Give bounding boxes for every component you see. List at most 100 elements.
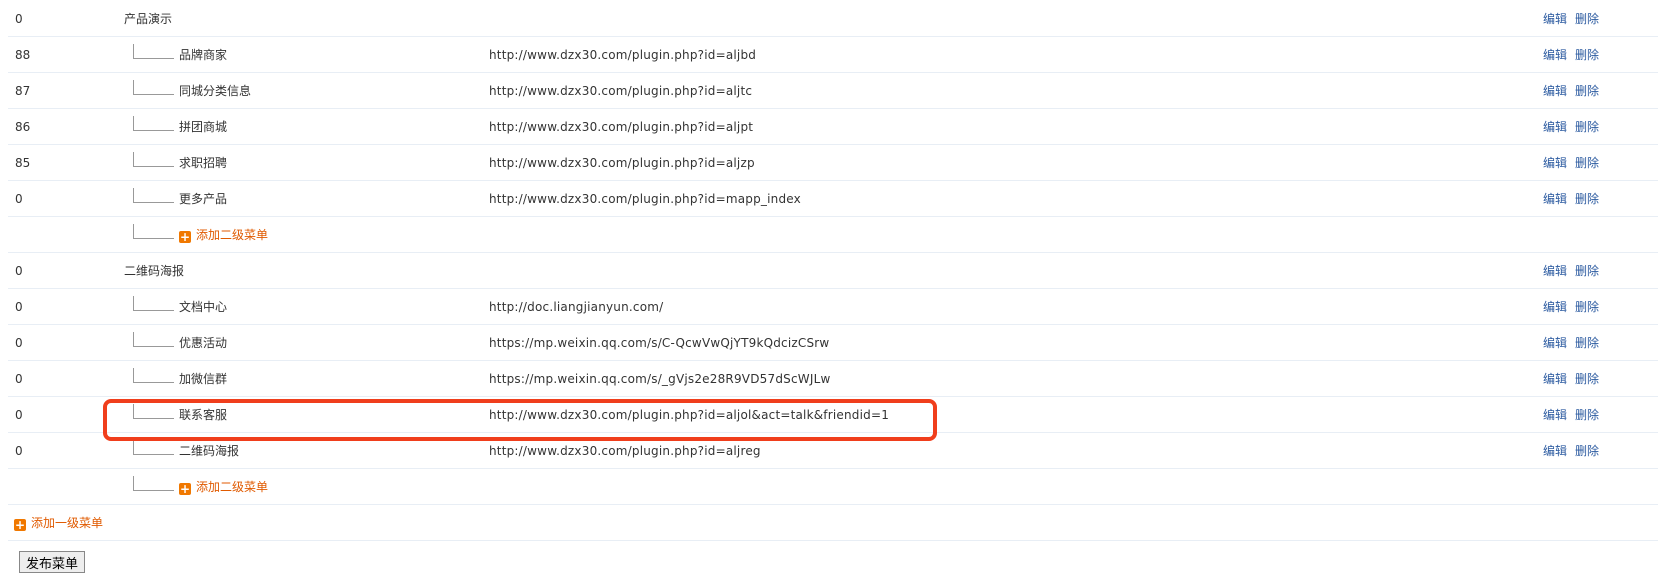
- row-actions: 编辑 删除: [1543, 253, 1607, 289]
- menu-name: 二维码海报: [179, 444, 240, 458]
- add-second-level-row: + 添加二级菜单: [0, 217, 1668, 253]
- tree-connector: [133, 188, 174, 203]
- publish-menu-button[interactable]: 发布菜单: [19, 551, 86, 573]
- row-actions: 编辑 删除: [1543, 181, 1607, 217]
- plus-icon: +: [179, 230, 191, 244]
- order-value: 0: [15, 192, 23, 206]
- menu-url: http://www.dzx30.com/plugin.php?id=aljbd: [489, 48, 757, 62]
- delete-link[interactable]: 删除: [1575, 120, 1599, 134]
- order-value: 0: [15, 372, 23, 386]
- menu-url: http://www.dzx30.com/plugin.php?id=aljtc: [489, 84, 753, 98]
- menu-name: 联系客服: [179, 408, 228, 422]
- plus-icon: +: [14, 518, 26, 532]
- row-actions: 编辑 删除: [1543, 361, 1607, 397]
- menu-name: 拼团商城: [179, 120, 228, 134]
- plus-icon: +: [179, 482, 191, 496]
- order-value: 0: [15, 300, 23, 314]
- menu-row-level2: 0 联系客服 http://www.dzx30.com/plugin.php?id=…: [0, 397, 1668, 433]
- order-value: 0: [15, 264, 23, 278]
- add-second-level-button[interactable]: + 添加二级菜单: [179, 217, 268, 253]
- delete-link[interactable]: 删除: [1575, 192, 1599, 206]
- order-value: 0: [15, 444, 23, 458]
- menu-name: 加微信群: [179, 372, 228, 386]
- row-actions: 编辑 删除: [1543, 1, 1607, 37]
- delete-link[interactable]: 删除: [1575, 156, 1599, 170]
- tree-connector: [133, 404, 174, 419]
- menu-row-level2: 0 文档中心 http://doc.liangjianyun.com/编辑 删除: [0, 289, 1668, 325]
- edit-link[interactable]: 编辑: [1543, 264, 1567, 278]
- menu-row-level1: 0 二维码海报 编辑 删除: [0, 253, 1668, 289]
- delete-link[interactable]: 删除: [1575, 372, 1599, 386]
- row-actions: 编辑 删除: [1543, 145, 1607, 181]
- row-actions: 编辑 删除: [1543, 325, 1607, 361]
- order-value: 88: [15, 48, 31, 62]
- menu-name: 文档中心: [179, 300, 228, 314]
- menu-name: 二维码海报: [124, 264, 185, 278]
- delete-link[interactable]: 删除: [1575, 84, 1599, 98]
- delete-link[interactable]: 删除: [1575, 300, 1599, 314]
- menu-url: http://www.dzx30.com/plugin.php?id=aljzp: [489, 156, 755, 170]
- menu-url: http://doc.liangjianyun.com/: [489, 300, 664, 314]
- order-value: 0: [15, 336, 23, 350]
- delete-link[interactable]: 删除: [1575, 408, 1599, 422]
- menu-name: 同城分类信息: [179, 84, 252, 98]
- menu-url: http://www.dzx30.com/plugin.php?id=aljol…: [489, 408, 890, 422]
- edit-link[interactable]: 编辑: [1543, 84, 1567, 98]
- menu-name: 优惠活动: [179, 336, 228, 350]
- add-second-level-label: 添加二级菜单: [196, 480, 269, 494]
- menu-row-level2: 86 拼团商城 http://www.dzx30.com/plugin.php?id…: [0, 109, 1668, 145]
- tree-connector: [133, 116, 174, 131]
- menu-row-level2: 87 同城分类信息 http://www.dzx30.com/plugin.php?…: [0, 73, 1668, 109]
- edit-link[interactable]: 编辑: [1543, 156, 1567, 170]
- delete-link[interactable]: 删除: [1575, 444, 1599, 458]
- tree-connector: [133, 152, 174, 167]
- add-second-level-label: 添加二级菜单: [196, 228, 269, 242]
- menu-url: http://www.dzx30.com/plugin.php?id=aljre…: [489, 444, 761, 458]
- add-first-level-button[interactable]: + 添加一级菜单: [14, 505, 103, 541]
- tree-connector: [133, 440, 174, 455]
- menu-row-level2: 88 品牌商家 http://www.dzx30.com/plugin.php?id…: [0, 37, 1668, 73]
- menu-row-level2: 85 求职招聘 http://www.dzx30.com/plugin.php?id…: [0, 145, 1668, 181]
- tree-connector: [133, 224, 174, 239]
- order-value: 0: [15, 12, 23, 26]
- add-first-level-row: + 添加一级菜单: [0, 505, 1668, 541]
- menu-row-level2: 0 二维码海报 http://www.dzx30.com/plugin.php?id…: [0, 433, 1668, 469]
- edit-link[interactable]: 编辑: [1543, 12, 1567, 26]
- menu-row-level2: 0 更多产品 http://www.dzx30.com/plugin.php?id=…: [0, 181, 1668, 217]
- menu-name: 求职招聘: [179, 156, 228, 170]
- delete-link[interactable]: 删除: [1575, 12, 1599, 26]
- row-actions: 编辑 删除: [1543, 73, 1607, 109]
- edit-link[interactable]: 编辑: [1543, 336, 1567, 350]
- edit-link[interactable]: 编辑: [1543, 120, 1567, 134]
- add-first-level-label: 添加一级菜单: [31, 516, 104, 530]
- menu-row-level2: 0 加微信群 https://mp.weixin.qq.com/s/_gVjs2e2…: [0, 361, 1668, 397]
- tree-connector: [133, 368, 174, 383]
- menu-url: http://www.dzx30.com/plugin.php?id=aljpt: [489, 120, 754, 134]
- edit-link[interactable]: 编辑: [1543, 444, 1567, 458]
- menu-name: 品牌商家: [179, 48, 228, 62]
- edit-link[interactable]: 编辑: [1543, 300, 1567, 314]
- delete-link[interactable]: 删除: [1575, 336, 1599, 350]
- tree-connector: [133, 332, 174, 347]
- edit-link[interactable]: 编辑: [1543, 372, 1567, 386]
- tree-connector: [133, 296, 174, 311]
- row-actions: 编辑 删除: [1543, 37, 1607, 73]
- menu-url: https://mp.weixin.qq.com/s/_gVjs2e28R9VD…: [489, 372, 831, 386]
- add-second-level-row: + 添加二级菜单: [0, 469, 1668, 505]
- edit-link[interactable]: 编辑: [1543, 192, 1567, 206]
- add-second-level-button[interactable]: + 添加二级菜单: [179, 469, 268, 505]
- delete-link[interactable]: 删除: [1575, 264, 1599, 278]
- tree-connector: [133, 44, 174, 59]
- row-actions: 编辑 删除: [1543, 433, 1607, 469]
- menu-url: https://mp.weixin.qq.com/s/C-QcwVwQjYT9k…: [489, 336, 830, 350]
- order-value: 0: [15, 408, 23, 422]
- edit-link[interactable]: 编辑: [1543, 48, 1567, 62]
- delete-link[interactable]: 删除: [1575, 48, 1599, 62]
- menu-name: 产品演示: [124, 12, 173, 26]
- menu-row-level2: 0 优惠活动 https://mp.weixin.qq.com/s/C-QcwVwQ…: [0, 325, 1668, 361]
- menu-name: 更多产品: [179, 192, 228, 206]
- menu-url: http://www.dzx30.com/plugin.php?id=mapp_…: [489, 192, 801, 206]
- edit-link[interactable]: 编辑: [1543, 408, 1567, 422]
- order-value: 87: [15, 84, 31, 98]
- row-actions: 编辑 删除: [1543, 289, 1607, 325]
